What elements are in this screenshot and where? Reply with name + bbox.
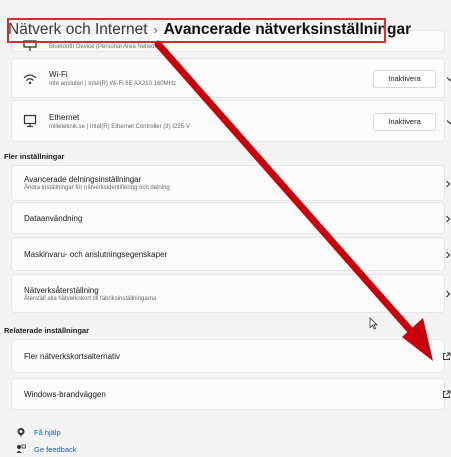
settings-item-title: Dataanvändning — [24, 214, 83, 223]
chevron-down-icon[interactable] — [446, 75, 451, 83]
feedback-icon — [16, 444, 26, 453]
mouse-cursor-icon — [369, 317, 378, 330]
external-link-icon — [443, 352, 451, 360]
breadcrumb-parent[interactable]: Nätverk och Internet — [8, 21, 148, 38]
chevron-right-icon — [446, 215, 451, 223]
settings-item-data-usage[interactable]: Dataanvändning — [11, 202, 451, 234]
settings-item-title: Maskinvaru- och anslutningsegenskaper — [24, 250, 168, 259]
adapter-subtitle: Inte ansluten | Intel(R) Wi-Fi 6E AX210 … — [49, 81, 176, 87]
adapter-ethernet[interactable]: Ethernet milleteknik.se | Intel(R) Ether… — [11, 100, 451, 142]
section-heading-related-settings: Relaterade inställningar — [4, 326, 90, 335]
chevron-right-icon — [446, 251, 451, 259]
external-link-icon — [443, 390, 451, 398]
give-feedback-label[interactable]: Ge feedback — [34, 445, 77, 454]
related-item-windows-firewall[interactable]: Windows-brandväggen — [11, 378, 451, 410]
related-item-title: Windows-brandväggen — [24, 390, 106, 399]
adapter-title: Ethernet — [49, 113, 80, 122]
settings-item-subtitle: Återställ alla nätverkskort till fabriks… — [24, 296, 157, 302]
related-item-adapter-options[interactable]: Fler nätverkskortsalternativ — [11, 339, 451, 373]
adapter-subtitle: Bluetooth Device (Personal Area Network) — [49, 44, 162, 50]
chevron-right-icon — [446, 180, 451, 188]
adapter-subtitle: milleteknik.se | Intel(R) Ethernet Contr… — [49, 124, 190, 130]
related-item-title: Fler nätverkskortsalternativ — [24, 352, 121, 361]
adapter-wifi[interactable]: Wi-Fi Inte ansluten | Intel(R) Wi-Fi 6E … — [11, 58, 451, 98]
breadcrumb: Nätverk och Internet › Avancerade nätverks… — [8, 19, 411, 41]
settings-item-title: Avancerade delningsinställningar — [24, 175, 142, 184]
ethernet-icon — [23, 114, 37, 128]
give-feedback-link[interactable]: Ge feedback — [16, 444, 77, 454]
chevron-down-icon[interactable] — [446, 118, 451, 126]
adapter-title: Wi-Fi — [49, 70, 68, 79]
disable-wifi-button[interactable]: Inaktivera — [373, 70, 436, 88]
section-heading-more-settings: Fler inställningar — [4, 152, 65, 161]
wifi-icon — [23, 74, 37, 85]
get-help-label[interactable]: Få hjälp — [34, 428, 61, 437]
settings-item-hardware-properties[interactable]: Maskinvaru- och anslutningsegenskaper — [11, 237, 451, 271]
settings-item-title: Nätverksåterställning — [24, 286, 99, 295]
chevron-right-icon — [446, 290, 451, 298]
settings-item-network-reset[interactable]: Nätverksåterställning Återställ alla nät… — [11, 274, 451, 313]
breadcrumb-separator: › — [153, 23, 158, 37]
bluetooth-network-icon — [23, 40, 37, 51]
settings-item-advanced-sharing[interactable]: Avancerade delningsinställningar Ändra i… — [11, 165, 451, 201]
disable-ethernet-button[interactable]: Inaktivera — [373, 113, 436, 131]
page-title: Avancerade nätverksinställningar — [163, 21, 412, 38]
settings-item-subtitle: Ändra inställningar för nätverksidentifi… — [24, 185, 170, 191]
help-icon — [17, 428, 25, 437]
get-help-link[interactable]: Få hjälp — [16, 427, 61, 437]
